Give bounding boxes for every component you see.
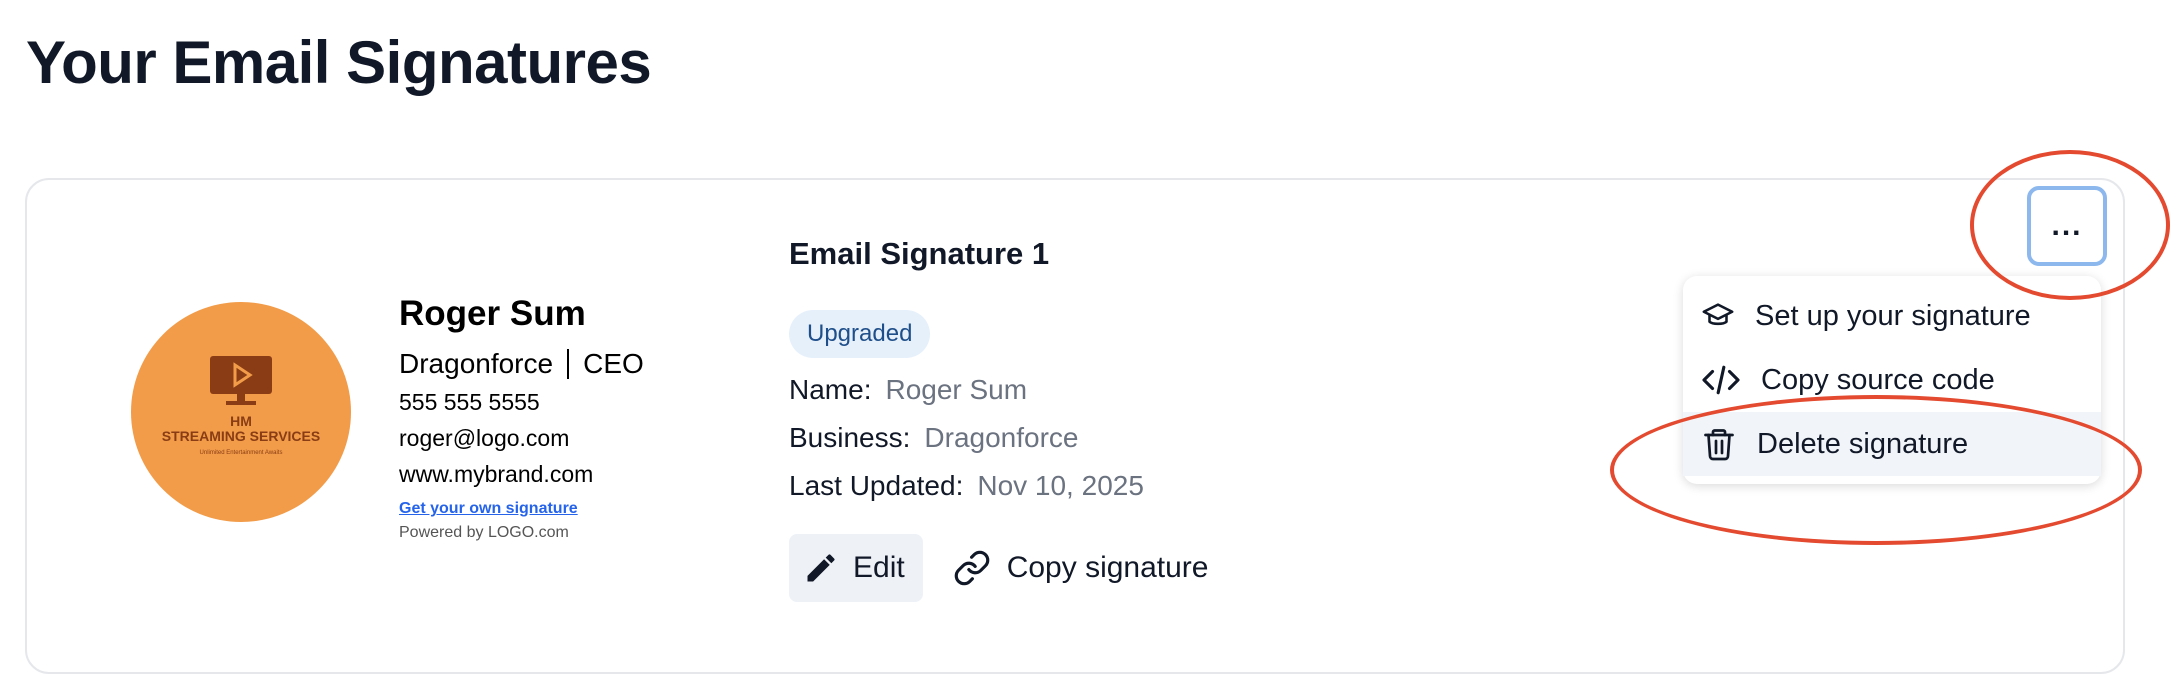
signature-phone: 555 555 5555	[399, 389, 540, 415]
signature-company-row: Dragonforce CEO	[399, 348, 644, 380]
options-menu: Set up your signature Copy source code D…	[1683, 276, 2101, 484]
updated-row: Last Updated: Nov 10, 2025	[789, 470, 1209, 502]
business-value: Dragonforce	[924, 422, 1079, 453]
signature-email: roger@logo.com	[399, 425, 570, 451]
page-title: Your Email Signatures	[26, 29, 652, 96]
updated-label: Last Updated:	[789, 470, 964, 501]
monitor-play-icon	[210, 356, 272, 405]
name-value: Roger Sum	[885, 374, 1028, 405]
business-label: Business:	[789, 422, 911, 453]
pencil-icon	[807, 554, 835, 582]
menu-item-label: Set up your signature	[1755, 299, 2031, 332]
menu-item-copy-source[interactable]: Copy source code	[1683, 348, 2101, 412]
more-options-button[interactable]: ...	[2027, 186, 2107, 266]
copy-signature-label: Copy signature	[1006, 551, 1209, 584]
company-logo: HM STREAMING SERVICES Unlimited Entertai…	[131, 302, 351, 522]
edit-button[interactable]: Edit	[789, 534, 923, 602]
signature-preview: Roger Sum Dragonforce CEO 555 555 5555 r…	[399, 294, 644, 542]
action-bar: Edit Copy signature	[789, 534, 1209, 602]
trash-icon	[1704, 429, 1734, 461]
signature-website: www.mybrand.com	[399, 461, 594, 487]
name-row: Name: Roger Sum	[789, 374, 1209, 406]
signature-company: Dragonforce	[399, 348, 554, 379]
code-icon	[1702, 365, 1740, 395]
status-badge: Upgraded	[789, 310, 931, 358]
get-signature-link[interactable]: Get your own signature	[399, 500, 644, 518]
copy-signature-button[interactable]: Copy signature	[953, 549, 1209, 587]
menu-item-label: Copy source code	[1761, 363, 1995, 396]
signature-role: CEO	[583, 348, 644, 379]
menu-item-setup[interactable]: Set up your signature	[1683, 284, 2101, 348]
signature-name: Roger Sum	[399, 294, 586, 333]
divider	[567, 349, 570, 379]
logo-tagline: Unlimited Entertainment Awaits	[199, 450, 283, 456]
updated-value: Nov 10, 2025	[977, 470, 1144, 501]
business-row: Business: Dragonforce	[789, 422, 1209, 454]
signature-title: Email Signature 1	[789, 236, 1050, 271]
link-icon	[954, 550, 990, 586]
edit-label: Edit	[853, 551, 905, 584]
menu-item-delete[interactable]: Delete signature	[1683, 412, 2101, 476]
graduation-cap-icon	[1702, 303, 1734, 326]
name-label: Name:	[789, 374, 872, 405]
powered-by: Powered by LOGO.com	[399, 524, 569, 541]
signature-details: Email Signature 1 Upgraded Name: Roger Su…	[789, 236, 1209, 602]
logo-text: HM STREAMING SERVICES	[161, 413, 321, 444]
menu-item-label: Delete signature	[1757, 427, 1969, 460]
